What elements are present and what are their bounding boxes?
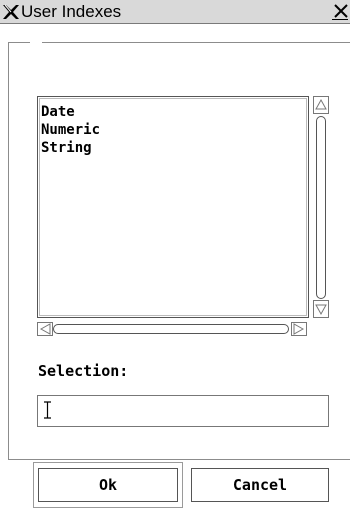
scroll-down-arrow-icon[interactable] [313, 300, 329, 318]
list-item[interactable]: Numeric [41, 122, 100, 138]
horizontal-scroll-thumb[interactable] [53, 324, 289, 334]
selection-label: Selection: [38, 362, 129, 380]
scroll-up-arrow-icon[interactable] [313, 96, 329, 114]
cancel-button[interactable]: Cancel [191, 468, 329, 502]
vertical-scrollbar[interactable] [313, 96, 329, 318]
list-item[interactable]: Date [41, 104, 75, 120]
close-icon[interactable] [332, 3, 348, 20]
panel-frame-gap [30, 38, 42, 46]
window-title: User Indexes [21, 2, 122, 21]
list-item[interactable]: String [41, 140, 92, 156]
index-listbox[interactable]: Date Numeric String [37, 96, 309, 318]
scroll-right-arrow-icon[interactable] [291, 322, 307, 336]
selection-input[interactable] [37, 395, 329, 427]
scroll-left-arrow-icon[interactable] [37, 322, 53, 336]
title-bar[interactable]: User Indexes [0, 0, 350, 24]
horizontal-scrollbar[interactable] [37, 322, 309, 336]
text-cursor-icon [44, 401, 51, 419]
x-logo-icon[interactable] [2, 1, 20, 23]
ok-button[interactable]: Ok [38, 468, 178, 502]
user-indexes-dialog: User Indexes Date Numeric String Selecti… [0, 0, 350, 518]
vertical-scroll-thumb[interactable] [316, 116, 326, 299]
